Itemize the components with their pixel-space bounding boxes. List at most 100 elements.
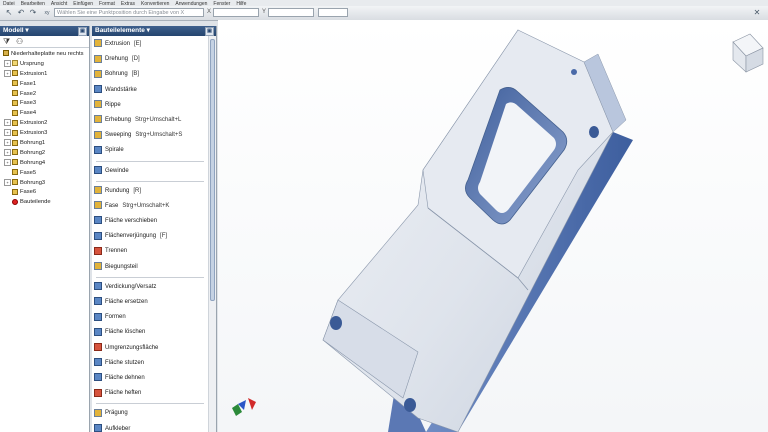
feature-command-rib[interactable]: Rippe xyxy=(92,98,208,113)
tree-node[interactable]: + Ursprung xyxy=(0,59,89,70)
feature-command-boundary-patch[interactable]: Umgrenzungsfläche xyxy=(92,341,208,356)
tree-node-label: Extrusion1 xyxy=(20,70,48,77)
tree-node[interactable]: Fase6 xyxy=(0,188,89,198)
feature-command-revolve[interactable]: Drehung [D] xyxy=(92,52,208,67)
feature-command-extend-surface[interactable]: Fläche dehnen xyxy=(92,371,208,386)
tree-node[interactable]: + Extrusion3 xyxy=(0,129,89,139)
hole-lower-left xyxy=(330,316,342,330)
feature-command-label: Bohrung xyxy=(105,71,128,78)
expand-toggle-icon[interactable]: + xyxy=(4,59,11,67)
filter-icon[interactable]: ⧩ xyxy=(3,37,10,46)
feature-command-sculpt[interactable]: Formen xyxy=(92,310,208,325)
feature-command-loft[interactable]: Erhebung Strg+Umschalt+L xyxy=(92,113,208,128)
features-panel-title: Bauteilelemente xyxy=(95,27,145,34)
feature-command-chamfer[interactable]: Fase Strg+Umschalt+K xyxy=(92,199,208,214)
undo-icon[interactable]: ↶ xyxy=(16,8,26,18)
chamfer-icon xyxy=(12,99,18,106)
z-coordinate-input[interactable] xyxy=(318,8,348,17)
feature-command-label: Flächenverjüngung xyxy=(105,233,157,240)
x-coordinate-input[interactable] xyxy=(213,8,259,17)
feature-command-split[interactable]: Trennen xyxy=(92,244,208,259)
tree-node[interactable]: + Bohrung3 xyxy=(0,178,89,189)
graphics-viewport[interactable] xyxy=(218,20,768,432)
dropdown-arrow-icon[interactable]: ▾ xyxy=(24,27,28,34)
feature-command-face-draft[interactable]: Flächenverjüngung [F] xyxy=(92,229,208,244)
feature-command-hole[interactable]: Bohrung [B] xyxy=(92,67,208,82)
view-cube[interactable] xyxy=(732,33,764,73)
features-scrollbar[interactable] xyxy=(208,36,216,432)
model-panel-header[interactable]: Modell ▾ ▣ xyxy=(0,26,89,36)
feature-command-label: Verdickung/Versatz xyxy=(105,283,157,290)
hole-icon xyxy=(12,179,18,186)
model-tree: Niederhalteplatte neu rechts + Ursprung + Ex… xyxy=(0,48,89,208)
tree-node[interactable]: + Bohrung2 xyxy=(0,148,89,159)
feature-command-label: Fläche stutzen xyxy=(105,359,145,366)
feature-command-delete-face[interactable]: Fläche löschen xyxy=(92,325,208,340)
part-features-panel: Bauteilelemente ▾ ▣ Extrusion [E] Drehung[… xyxy=(92,26,217,432)
chamfer-icon xyxy=(12,169,18,176)
tree-node[interactable]: Niederhalteplatte neu rechts xyxy=(0,50,89,60)
feature-command-move-face[interactable]: Fläche verschieben xyxy=(92,214,208,229)
chamfer-icon xyxy=(12,80,18,87)
emboss-icon xyxy=(94,408,102,417)
end-of-part-icon xyxy=(12,198,18,205)
features-panel-header[interactable]: Bauteilelemente ▾ ▣ xyxy=(92,26,216,36)
feature-command-replace-face[interactable]: Fläche ersetzen xyxy=(92,295,208,310)
dropdown-arrow-icon[interactable]: ▾ xyxy=(145,27,150,34)
find-binoculars-icon[interactable]: ⚇ xyxy=(16,37,23,46)
extrusion-icon xyxy=(12,119,18,126)
chamfer-icon xyxy=(12,109,18,116)
tree-node[interactable]: + Extrusion1 xyxy=(0,69,89,80)
feature-command-bend-part[interactable]: Biegungsteil xyxy=(92,260,208,275)
feature-command-label: Fläche ersetzen xyxy=(105,299,148,305)
feature-command-trim-surface[interactable]: Fläche stutzen xyxy=(92,356,208,371)
precise-input-icon[interactable]: xy xyxy=(42,8,52,18)
panel-menu-icon[interactable]: ▣ xyxy=(78,27,87,36)
select-arrow-icon[interactable]: ↖ xyxy=(4,8,14,18)
feature-command-label: Sweeping xyxy=(105,132,132,139)
point-position-input[interactable]: Wählen Sie eine Punktposition durch Eing… xyxy=(54,8,204,17)
expand-toggle-icon[interactable]: + xyxy=(4,148,11,156)
tree-node[interactable]: + Bohrung4 xyxy=(0,158,89,169)
tree-node[interactable]: Bauteilende xyxy=(0,198,89,208)
feature-command-fillet[interactable]: Rundung [R] xyxy=(92,184,208,199)
y-coordinate-input[interactable] xyxy=(268,8,314,17)
expand-toggle-icon[interactable]: + xyxy=(4,139,11,147)
chamfer-icon xyxy=(94,201,102,210)
expand-toggle-icon[interactable]: + xyxy=(4,69,11,77)
tree-node[interactable]: Fase3 xyxy=(0,99,89,109)
part-model-view[interactable] xyxy=(218,20,768,432)
tree-node[interactable]: Fase1 xyxy=(0,80,89,90)
trim-surface-icon xyxy=(94,358,102,367)
tree-node[interactable]: Fase5 xyxy=(0,169,89,179)
window-close-icon[interactable]: ✕ xyxy=(752,8,762,18)
expand-toggle-icon[interactable]: + xyxy=(4,129,11,137)
model-panel-title: Modell xyxy=(3,27,24,34)
move-face-icon xyxy=(94,216,102,225)
feature-command-label: Formen xyxy=(105,314,126,321)
feature-command-emboss[interactable]: Prägung xyxy=(92,406,208,421)
feature-command-extrusion[interactable]: Extrusion [E] xyxy=(92,37,208,52)
feature-command-label: Umgrenzungsfläche xyxy=(105,344,159,351)
tree-node[interactable]: Fase4 xyxy=(0,109,89,119)
redo-icon[interactable]: ↷ xyxy=(28,8,38,18)
bend-part-icon xyxy=(94,262,102,271)
tree-node[interactable]: + Extrusion2 xyxy=(0,119,89,129)
expand-toggle-icon[interactable]: + xyxy=(4,158,11,166)
tree-node[interactable]: + Bohrung1 xyxy=(0,139,89,149)
feature-command-shell[interactable]: Wandstärke xyxy=(92,83,208,98)
tree-node-label: Extrusion3 xyxy=(20,130,48,137)
feature-command-decal[interactable]: Aufkleber xyxy=(92,422,208,432)
feature-command-sweep[interactable]: Sweeping Strg+Umschalt+S xyxy=(92,128,208,143)
expand-toggle-icon[interactable]: + xyxy=(4,119,11,127)
panel-menu-icon[interactable]: ▣ xyxy=(205,27,214,36)
feature-command-thicken[interactable]: Verdickung/Versatz xyxy=(92,280,208,295)
expand-toggle-icon[interactable]: + xyxy=(4,178,11,186)
feature-command-thread[interactable]: Gewinde xyxy=(92,164,208,179)
group-separator xyxy=(96,160,204,162)
feature-command-coil[interactable]: Spirale xyxy=(92,143,208,158)
feature-command-stitch-surface[interactable]: Fläche heften xyxy=(92,386,208,401)
tree-node[interactable]: Fase2 xyxy=(0,90,89,100)
scrollbar-thumb[interactable] xyxy=(210,39,215,301)
feature-command-label: Fase xyxy=(105,202,119,209)
